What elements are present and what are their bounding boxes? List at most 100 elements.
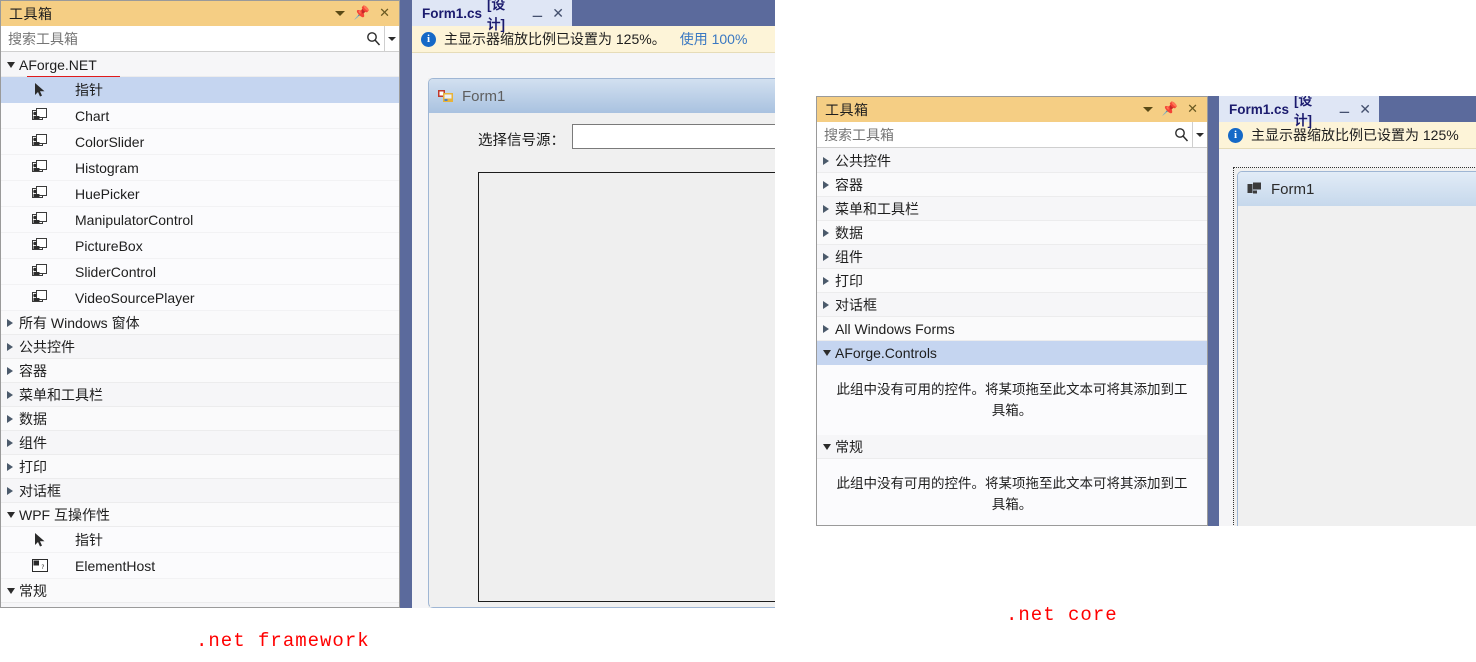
form-window-frame: Form1 选择信号源：	[428, 78, 775, 608]
toolbox-group-data[interactable]: 数据	[1, 407, 399, 431]
toolbox-item-videosourceplayer[interactable]: VideoSourcePlayer	[1, 285, 399, 311]
right-toolbox-search-row	[817, 121, 1207, 148]
toolbox-item-chart[interactable]: Chart	[1, 103, 399, 129]
search-icon[interactable]	[362, 31, 384, 46]
triangle-closed-icon	[823, 205, 829, 213]
search-input[interactable]	[1, 25, 362, 52]
right-toolbox-list: 公共控件 容器 菜单和工具栏 数据 组件 打印 对话框 All Windows	[817, 149, 1207, 525]
center-designer-pane: Form1.cs [设计] ⚊ ✕ i 主显示器缩放比例已设置为 125%。 使…	[412, 0, 775, 608]
use-100-percent-link[interactable]: 使用 100%	[680, 29, 748, 49]
pin-icon[interactable]: ⚊	[532, 5, 544, 21]
close-icon[interactable]: ✕	[552, 5, 564, 22]
toolbox-item-manipulatorcontrol[interactable]: ManipulatorControl	[1, 207, 399, 233]
right-design-surface[interactable]: Form1	[1219, 150, 1476, 526]
toolbox-group-label: 对话框	[835, 296, 877, 313]
toolbox-group-printing[interactable]: 打印	[1, 455, 399, 479]
right-dock-splitter[interactable]	[1208, 96, 1219, 526]
toolbox-group-common-controls[interactable]: 公共控件	[817, 149, 1207, 173]
toolbox-group-label: 对话框	[19, 482, 61, 499]
search-icon[interactable]	[1170, 127, 1192, 142]
form-designer-window[interactable]: Form1	[1233, 167, 1476, 526]
tab-form1-designer[interactable]: Form1.cs [设计] ⚊ ✕	[1219, 96, 1379, 128]
pin-icon[interactable]: ⚊	[1339, 101, 1351, 117]
toolbox-group-aforge-controls[interactable]: AForge.Controls	[817, 341, 1207, 365]
toolbox-group-containers[interactable]: 容器	[1, 359, 399, 383]
search-options-dropdown[interactable]	[1192, 122, 1207, 147]
triangle-closed-icon	[7, 463, 13, 471]
center-infobar: i 主显示器缩放比例已设置为 125%。 使用 100%	[412, 26, 775, 53]
toolbox-group-components[interactable]: 组件	[817, 245, 1207, 269]
search-options-dropdown[interactable]	[384, 26, 399, 51]
toolbox-group-menus-toolbars[interactable]: 菜单和工具栏	[1, 383, 399, 407]
pointer-icon	[31, 81, 49, 99]
control-icon	[31, 159, 49, 177]
form-client-area[interactable]: 选择信号源：	[430, 113, 775, 607]
toolbox-group-label: 公共控件	[835, 152, 891, 169]
toolbox-group-label: 所有 Windows 窗体	[19, 314, 140, 331]
close-icon[interactable]: ✕	[1359, 101, 1371, 118]
toolbox-item-picturebox[interactable]: PictureBox	[1, 233, 399, 259]
info-icon: i	[1228, 127, 1243, 143]
toolbox-group-all-windows-forms[interactable]: 所有 Windows 窗体	[1, 311, 399, 335]
toolbox-group-label: 组件	[19, 434, 47, 451]
toolbox-group-label: 常规	[19, 582, 47, 599]
toolbox-group-general[interactable]: 常规	[1, 579, 399, 603]
left-dock-splitter[interactable]	[400, 0, 412, 608]
control-icon	[31, 237, 49, 255]
infobar-message: 主显示器缩放比例已设置为 125%	[1251, 127, 1459, 143]
triangle-closed-icon	[7, 319, 13, 327]
toolbox-item-huepicker[interactable]: HuePicker	[1, 181, 399, 207]
toolbox-item-label: ElementHost	[75, 557, 156, 574]
toolbox-group-aforge-net[interactable]: AForge.NET	[1, 53, 399, 77]
triangle-open-icon	[823, 444, 831, 450]
toolbox-group-menus-toolbars[interactable]: 菜单和工具栏	[817, 197, 1207, 221]
toolbox-group-label: 数据	[835, 224, 863, 241]
search-input[interactable]	[817, 121, 1170, 148]
toolbox-group-dialogs[interactable]: 对话框	[1, 479, 399, 503]
toolbox-group-label: 常规	[835, 438, 863, 455]
triangle-closed-icon	[823, 229, 829, 237]
toolbox-group-common-controls[interactable]: 公共控件	[1, 335, 399, 359]
pin-icon[interactable]: 📌	[1162, 102, 1178, 115]
triangle-closed-icon	[7, 487, 13, 495]
toolbox-item-colorslider[interactable]: ColorSlider	[1, 129, 399, 155]
toolbox-group-general[interactable]: 常规	[817, 435, 1207, 459]
toolbox-group-label: AForge.NET	[19, 56, 97, 73]
toolbox-group-wpf-interop[interactable]: WPF 互操作性	[1, 503, 399, 527]
toolbox-item-pointer-wpf[interactable]: 指针	[1, 527, 399, 553]
form-designer-window[interactable]: Form1 选择信号源：	[428, 78, 775, 608]
toolbox-item-pointer[interactable]: 指针	[1, 77, 399, 103]
left-toolbox-panel: 工具箱 📌 ✕ AForge.NET 指针	[0, 0, 400, 608]
video-preview-panel[interactable]	[478, 172, 775, 602]
toolbox-group-label: 组件	[835, 248, 863, 265]
center-tabstrip: Form1.cs [设计] ⚊ ✕	[412, 0, 775, 32]
signal-source-combobox[interactable]	[572, 124, 775, 149]
chevron-down-icon[interactable]	[334, 11, 345, 16]
annotation-net-framework: .net framework	[196, 630, 370, 652]
toolbox-group-containers[interactable]: 容器	[817, 173, 1207, 197]
form-client-area[interactable]	[1239, 206, 1476, 526]
toolbox-group-printing[interactable]: 打印	[817, 269, 1207, 293]
pin-icon[interactable]: 📌	[354, 6, 370, 19]
elementhost-icon: ?	[31, 557, 49, 575]
toolbox-group-components[interactable]: 组件	[1, 431, 399, 455]
close-icon[interactable]: ✕	[1187, 102, 1198, 115]
toolbox-item-label: ManipulatorControl	[75, 211, 194, 228]
toolbox-item-slidercontrol[interactable]: SliderControl	[1, 259, 399, 285]
toolbox-group-all-windows-forms[interactable]: All Windows Forms	[817, 317, 1207, 341]
pointer-icon	[31, 531, 49, 549]
chevron-down-icon[interactable]	[1142, 107, 1153, 112]
toolbox-group-dialogs[interactable]: 对话框	[817, 293, 1207, 317]
toolbox-item-histogram[interactable]: Histogram	[1, 155, 399, 181]
center-design-surface[interactable]: Form1 选择信号源：	[412, 54, 775, 608]
triangle-closed-icon	[823, 253, 829, 261]
tab-form1-designer[interactable]: Form1.cs [设计] ⚊ ✕	[412, 0, 572, 32]
tab-label-suffix: [设计]	[487, 0, 506, 32]
close-icon[interactable]: ✕	[379, 6, 390, 19]
left-toolbox-list: AForge.NET 指针 Chart ColorSlider Histogra…	[1, 53, 399, 607]
left-toolbox-header: 工具箱 📌 ✕	[1, 1, 399, 26]
toolbox-item-elementhost[interactable]: ? ElementHost	[1, 553, 399, 579]
triangle-closed-icon	[823, 301, 829, 309]
toolbox-group-data[interactable]: 数据	[817, 221, 1207, 245]
toolbox-group-label: 容器	[19, 362, 47, 379]
